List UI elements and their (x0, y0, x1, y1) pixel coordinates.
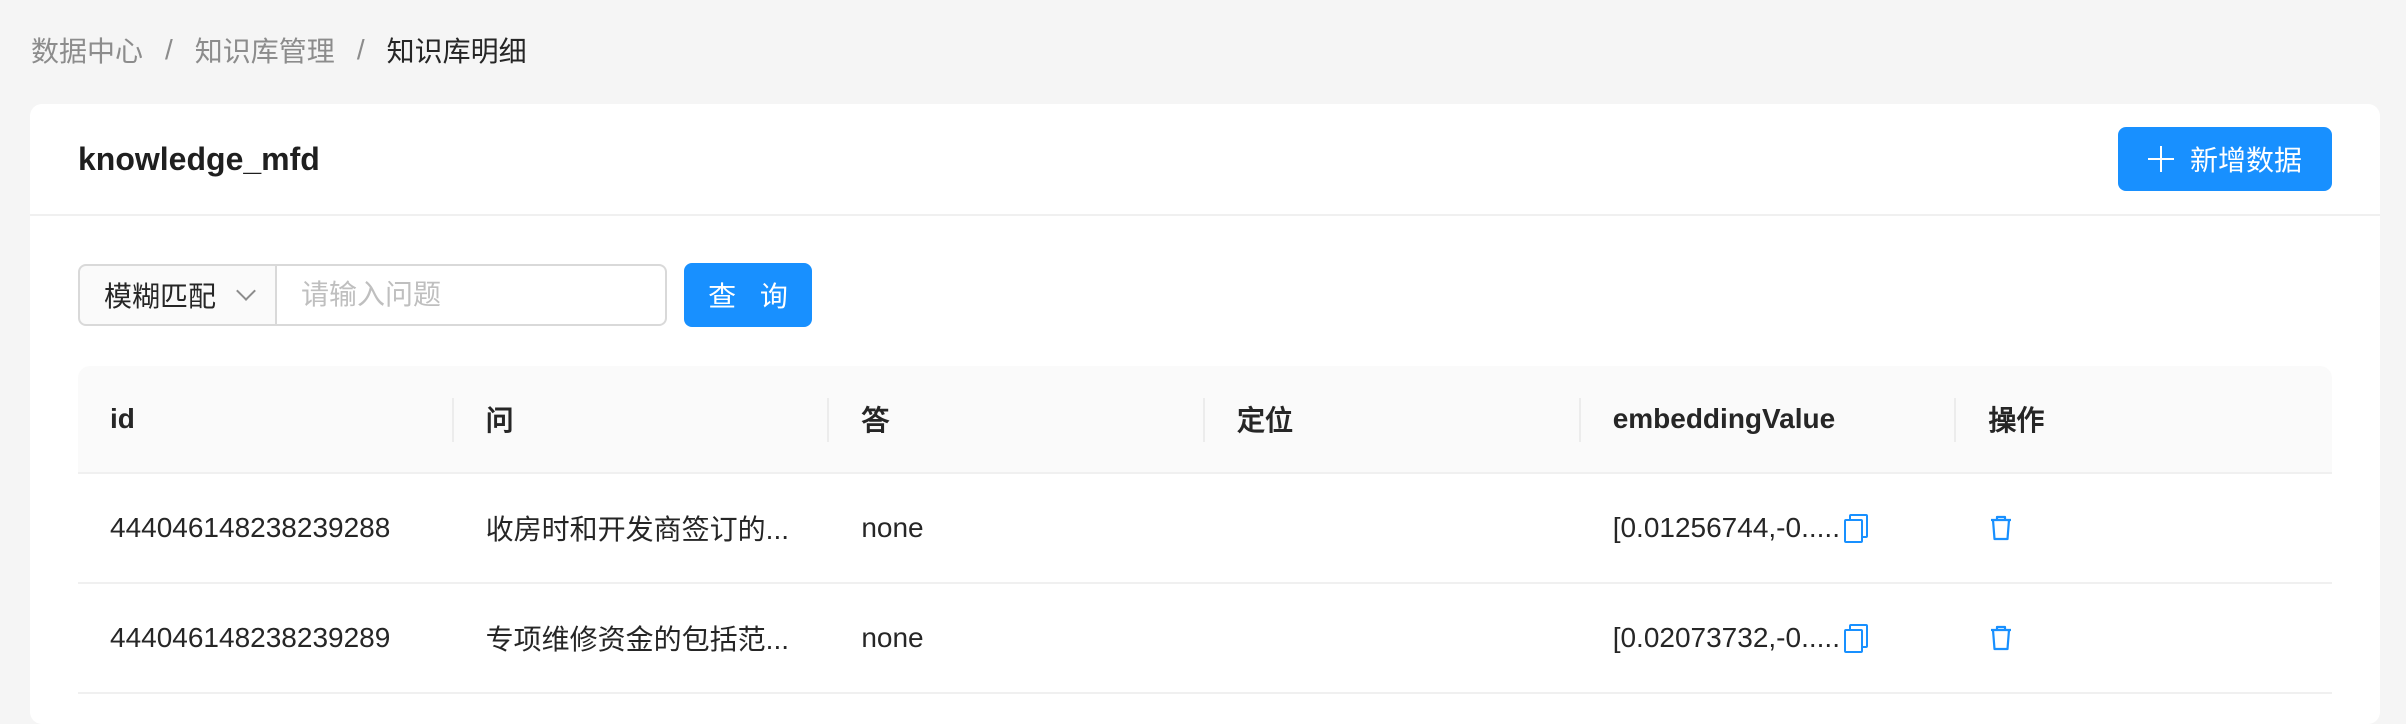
query-button[interactable]: 查 询 (684, 263, 812, 327)
breadcrumb-item-current: 知识库明细 (386, 36, 527, 67)
add-data-label: 新增数据 (2189, 145, 2302, 176)
embedding-value: [0.01256744,-0..... (1612, 512, 1840, 543)
copy-icon[interactable] (1842, 624, 1868, 653)
column-header-location: 定位 (1205, 366, 1581, 472)
knowledge-table: id 问 答 定位 embeddingValue 操作 444046148238… (78, 366, 2332, 694)
plus-icon (2147, 146, 2174, 172)
table-row: 444046148238239288 收房时和开发商签订的... none [0… (78, 474, 2332, 584)
column-header-question: 问 (454, 366, 830, 472)
column-header-answer: 答 (829, 366, 1205, 472)
column-header-id: id (78, 366, 454, 472)
breadcrumb-separator: / (165, 34, 173, 65)
add-data-button[interactable]: 新增数据 (2117, 127, 2332, 191)
column-header-actions: 操作 (1988, 405, 2045, 436)
table-header: id 问 答 定位 embeddingValue 操作 (78, 366, 2332, 474)
cell-answer: none (861, 622, 924, 653)
breadcrumb: 数据中心 / 知识库管理 / 知识库明细 (31, 30, 527, 70)
card-header: knowledge_mfd 新增数据 (30, 104, 2380, 216)
content-card: knowledge_mfd 新增数据 模糊匹配 查 询 id 问 答 定位 em… (30, 104, 2380, 724)
match-mode-value: 模糊匹配 (104, 281, 217, 312)
copy-icon[interactable] (1842, 514, 1868, 543)
table-row: 444046148238239289 专项维修资金的包括范... none [0… (78, 584, 2332, 694)
column-header-embedding: embeddingValue (1581, 366, 1957, 472)
trash-icon[interactable] (1988, 624, 2014, 652)
breadcrumb-item-data-center[interactable]: 数据中心 (31, 30, 143, 70)
cell-embedding: [0.01256744,-0..... (1581, 512, 1957, 544)
cell-question: 专项维修资金的包括范... (485, 624, 790, 655)
cell-question: 收房时和开发商签订的... (485, 514, 790, 545)
match-mode-select[interactable]: 模糊匹配 (78, 264, 277, 326)
embedding-value: [0.02073732,-0..... (1612, 622, 1840, 653)
chevron-down-icon (236, 281, 256, 301)
cell-actions (1956, 624, 2332, 652)
question-search-input[interactable] (277, 264, 667, 326)
cell-actions (1956, 514, 2332, 542)
cell-answer: none (861, 512, 924, 543)
trash-icon[interactable] (1988, 514, 2014, 542)
cell-embedding: [0.02073732,-0..... (1581, 622, 1957, 654)
page-title: knowledge_mfd (78, 140, 320, 177)
cell-id: 444046148238239288 (110, 512, 391, 543)
breadcrumb-item-knowledge-base[interactable]: 知识库管理 (195, 30, 335, 70)
cell-id: 444046148238239289 (110, 622, 391, 653)
filter-bar: 模糊匹配 查 询 (78, 263, 812, 327)
breadcrumb-separator: / (356, 34, 365, 65)
